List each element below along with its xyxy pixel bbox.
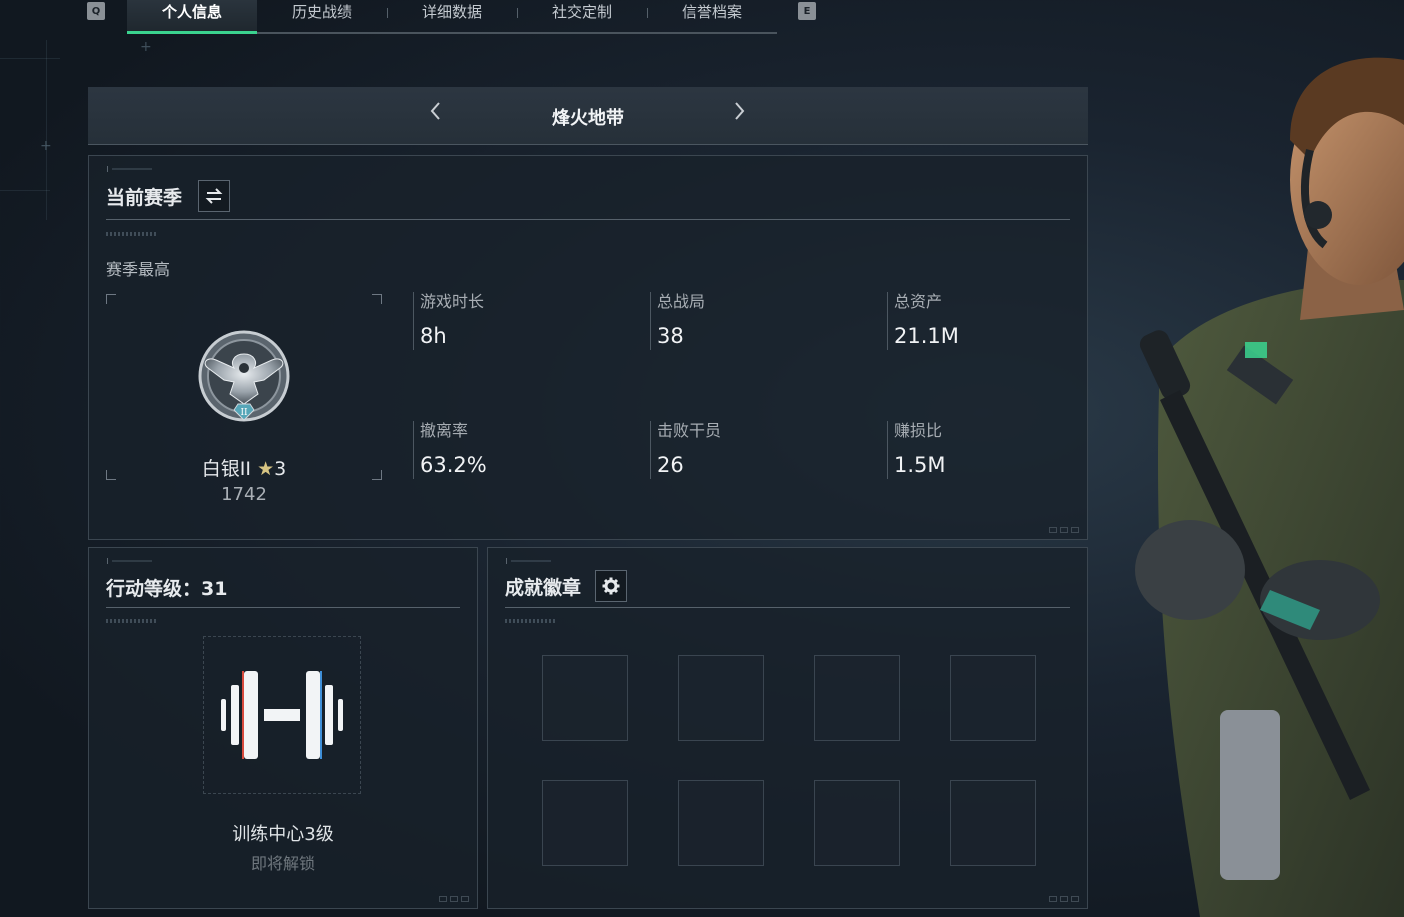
bg-line xyxy=(46,40,47,220)
level-header: 行动等级：31 xyxy=(106,574,227,601)
badge-slot[interactable] xyxy=(814,780,900,866)
bg-plus-mark: + xyxy=(140,39,152,55)
badges-panel: 成就徽章 xyxy=(487,547,1088,909)
q-key-hint[interactable]: Q xyxy=(87,2,105,20)
mode-title: 烽火地带 xyxy=(552,108,624,129)
header-divider xyxy=(106,219,1070,220)
star-icon: ★ xyxy=(257,458,275,480)
level-panel: 行动等级：31 训练中心3级 即将解锁 xyxy=(88,547,478,909)
tab-separator xyxy=(647,8,648,18)
corner-decoration xyxy=(1049,896,1079,902)
svg-text:II: II xyxy=(240,408,248,418)
stat-label: 击败干员 xyxy=(657,421,722,440)
header-divider xyxy=(505,607,1070,608)
badge-slot[interactable] xyxy=(542,655,628,741)
unlock-status: 即将解锁 xyxy=(250,854,315,873)
stat-play-time: 游戏时长 8h xyxy=(413,292,484,350)
panel-tag xyxy=(107,558,157,564)
rank-name-row: 白银II ★3 xyxy=(106,454,382,481)
tab-match-history[interactable]: 历史战绩 xyxy=(257,0,387,32)
tab-credit-record[interactable]: 信誉档案 xyxy=(647,0,777,32)
header-submark xyxy=(106,619,158,623)
badge-slot[interactable] xyxy=(950,780,1036,866)
rank-card: II 白银II ★3 1742 xyxy=(106,294,382,505)
stat-profit-loss-ratio: 赚损比 1.5M xyxy=(887,421,946,479)
corner-decoration xyxy=(1049,527,1079,533)
stat-label: 总战局 xyxy=(657,292,706,311)
header-divider xyxy=(106,607,460,608)
stat-value: 8h xyxy=(420,324,447,348)
rank-name: 白银II xyxy=(201,458,252,480)
stat-value: 21.1M xyxy=(894,324,959,348)
tab-detailed-data[interactable]: 详细数据 xyxy=(387,0,517,32)
facility-name: 训练中心3级 xyxy=(232,824,334,845)
operator-character-image xyxy=(1120,30,1404,917)
silver-eagle-emblem-icon: II xyxy=(194,324,294,436)
stat-label: 总资产 xyxy=(894,292,943,311)
mode-selector: 烽火地带 xyxy=(88,87,1088,145)
panel-tag xyxy=(107,166,157,172)
badge-slot[interactable] xyxy=(678,780,764,866)
tab-personal-info[interactable]: 个人信息 xyxy=(127,0,257,34)
stat-value: 1.5M xyxy=(894,453,946,477)
header-submark xyxy=(106,232,158,236)
badge-slot[interactable] xyxy=(542,780,628,866)
badge-slot[interactable] xyxy=(678,655,764,741)
swap-icon[interactable] xyxy=(198,180,231,212)
frame-corner xyxy=(372,294,382,304)
stat-label: 游戏时长 xyxy=(420,292,485,311)
panel-tag xyxy=(506,558,556,564)
header-submark xyxy=(505,619,557,623)
rank-score: 1742 xyxy=(221,484,267,505)
season-best-label: 赛季最高 xyxy=(106,260,171,279)
stat-total-matches: 总战局 38 xyxy=(650,292,705,350)
bg-line xyxy=(0,58,60,59)
level-title: 行动等级：31 xyxy=(106,578,228,600)
gear-icon[interactable] xyxy=(595,570,628,602)
season-title: 当前赛季 xyxy=(106,186,183,209)
tab-list: 个人信息 历史战绩 详细数据 社交定制 信誉档案 xyxy=(127,0,777,34)
stat-value: 63.2% xyxy=(420,453,487,477)
tab-separator xyxy=(387,8,388,18)
tab-social-customization[interactable]: 社交定制 xyxy=(517,0,647,32)
e-key-hint[interactable]: E xyxy=(798,2,816,20)
badges-header: 成就徽章 xyxy=(505,570,628,602)
frame-corner xyxy=(106,294,116,304)
top-tab-bar: Q 个人信息 历史战绩 详细数据 社交定制 信誉档案 E xyxy=(86,0,816,34)
stat-total-assets: 总资产 21.1M xyxy=(887,292,959,350)
bg-line xyxy=(0,190,50,191)
season-header: 当前赛季 xyxy=(106,180,231,212)
chevron-right-icon[interactable] xyxy=(728,101,752,129)
season-panel: 当前赛季 赛季最高 II 白银II ★3 1742 游戏时长 8h 总战局 38… xyxy=(88,155,1088,540)
stat-operators-defeated: 击败干员 26 xyxy=(650,421,721,479)
stat-value: 26 xyxy=(657,453,684,477)
stat-extraction-rate: 撤离率 63.2% xyxy=(413,421,487,479)
dumbbell-icon[interactable] xyxy=(203,636,361,794)
tab-separator xyxy=(517,8,518,18)
bg-plus-mark: + xyxy=(40,138,52,154)
stat-value: 38 xyxy=(657,324,684,348)
rank-stars: 3 xyxy=(274,458,287,480)
badge-slot[interactable] xyxy=(814,655,900,741)
stat-label: 撤离率 xyxy=(420,421,469,440)
badges-title: 成就徽章 xyxy=(505,576,582,599)
badge-slot[interactable] xyxy=(950,655,1036,741)
stat-label: 赚损比 xyxy=(894,421,943,440)
corner-decoration xyxy=(439,896,469,902)
